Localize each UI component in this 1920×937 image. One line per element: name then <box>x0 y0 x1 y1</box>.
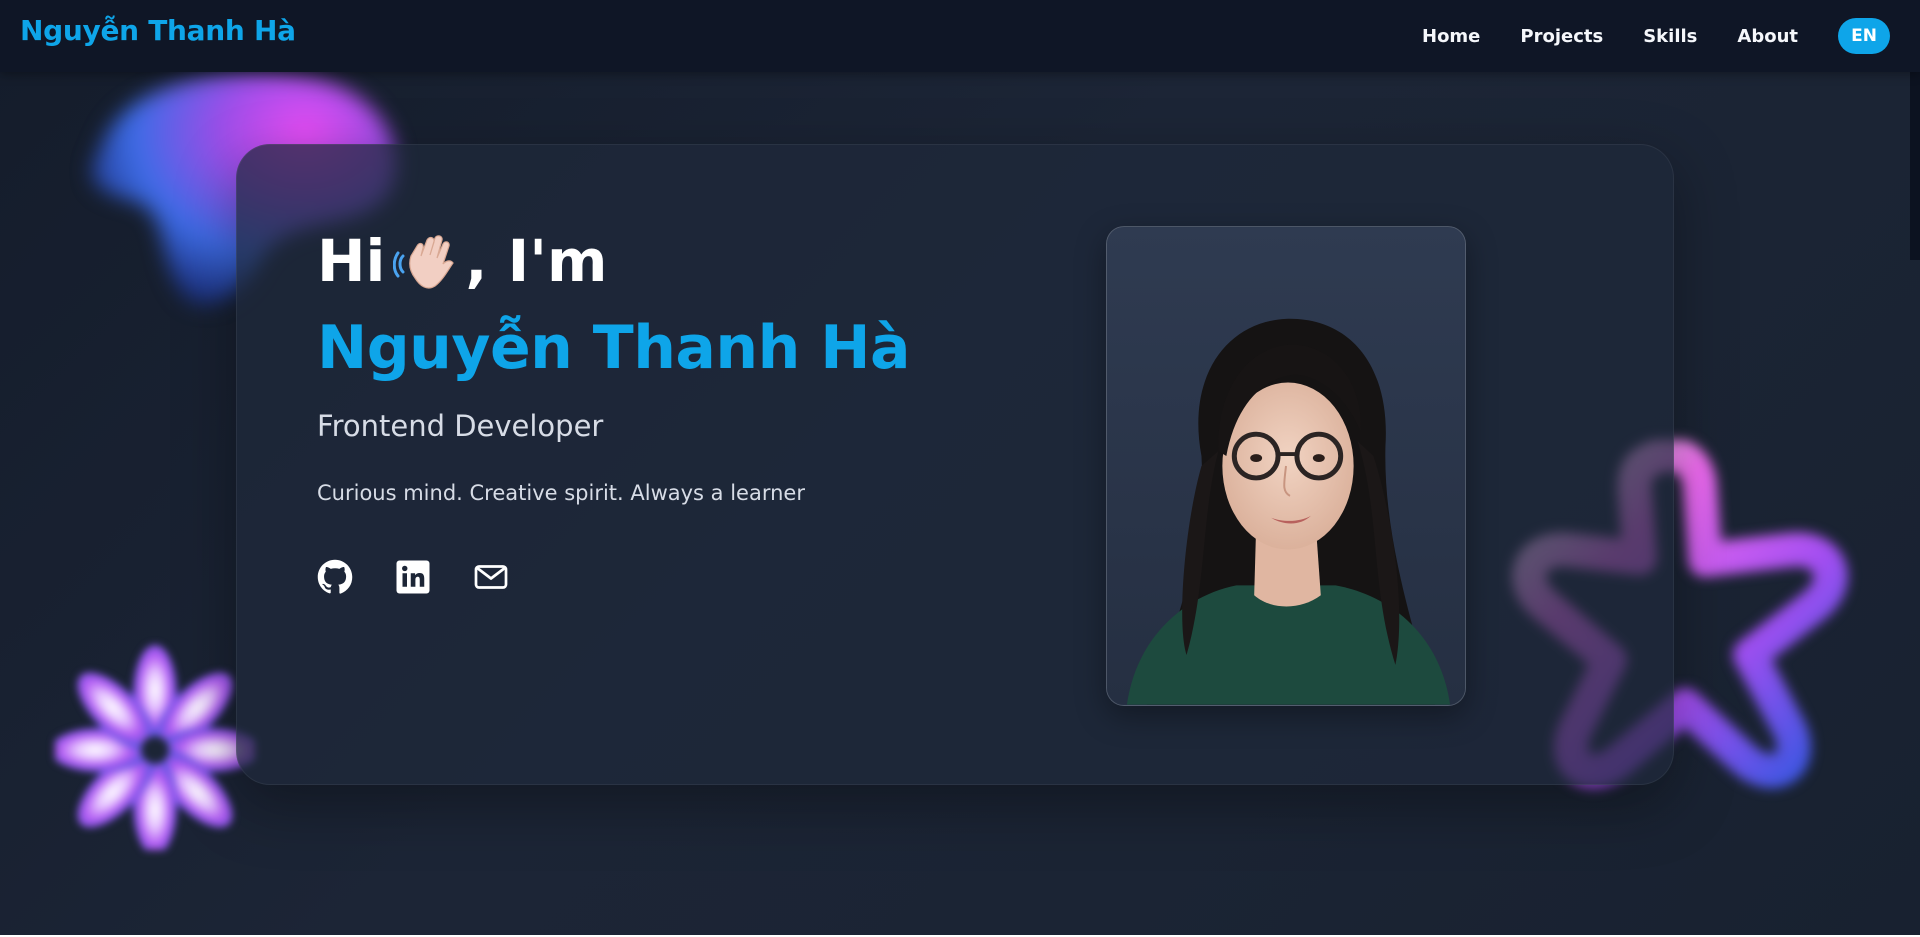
hero-tagline: Curious mind. Creative spirit. Always a … <box>317 481 805 505</box>
mail-icon <box>474 565 508 589</box>
hero-card: Hi , I'm Nguyễn Thanh Hà Frontend Develo… <box>236 144 1674 785</box>
hero-name: Nguyễn Thanh Hà <box>317 313 910 383</box>
page-scrollbar[interactable] <box>1910 60 1920 260</box>
linkedin-icon <box>396 560 430 594</box>
nav-link-home[interactable]: Home <box>1422 26 1480 47</box>
hero-greeting: Hi , I'm <box>317 227 607 295</box>
nav-link-skills[interactable]: Skills <box>1643 26 1697 47</box>
linkedin-link[interactable] <box>395 559 431 595</box>
page-viewport: Nguyễn Thanh Hà Home Projects Skills Abo… <box>0 0 1920 935</box>
social-links <box>317 559 551 595</box>
github-link[interactable] <box>317 559 353 595</box>
scrollbar-thumb[interactable] <box>1910 60 1920 260</box>
nav-link-about[interactable]: About <box>1737 26 1798 47</box>
profile-portrait-image <box>1107 227 1465 705</box>
github-icon <box>317 559 353 594</box>
greeting-suffix: , I'm <box>465 227 608 295</box>
brand-logo[interactable]: Nguyễn Thanh Hà <box>20 14 296 47</box>
nav-links: Home Projects Skills About EN <box>1422 0 1890 72</box>
email-link[interactable] <box>473 559 509 595</box>
waving-hand-icon <box>393 235 455 289</box>
profile-photo <box>1106 226 1466 706</box>
greeting-prefix: Hi <box>317 227 386 295</box>
language-toggle-button[interactable]: EN <box>1838 18 1890 54</box>
nav-link-projects[interactable]: Projects <box>1520 26 1603 47</box>
decorative-flower-shape <box>55 645 255 850</box>
hero-role: Frontend Developer <box>317 409 604 443</box>
navbar: Nguyễn Thanh Hà Home Projects Skills Abo… <box>0 0 1920 72</box>
